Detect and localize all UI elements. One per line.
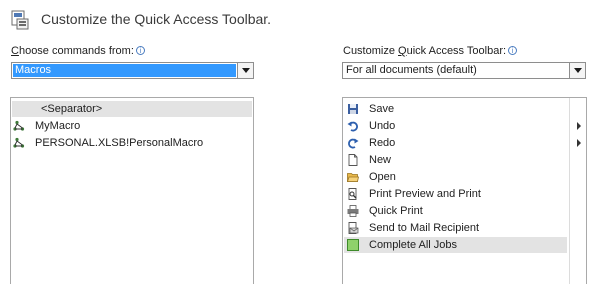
open-folder-icon bbox=[347, 173, 359, 182]
list-item-label: <Separator> bbox=[41, 103, 103, 115]
list-item-undo[interactable]: Undo bbox=[344, 118, 585, 134]
list-item-save[interactable]: Save bbox=[344, 101, 585, 117]
list-item-print-preview[interactable]: Print Preview and Print bbox=[344, 186, 585, 202]
submenu-arrow-icon[interactable] bbox=[577, 122, 581, 130]
choose-commands-label: Choose commands from: i bbox=[11, 45, 145, 57]
chevron-down-icon[interactable] bbox=[569, 63, 585, 78]
green-square-icon bbox=[347, 239, 359, 251]
list-item-open[interactable]: Open bbox=[344, 169, 585, 185]
page-title: Customize the Quick Access Toolbar. bbox=[41, 11, 272, 27]
info-icon[interactable]: i bbox=[135, 46, 145, 55]
list-item-personal-macro[interactable]: PERSONAL.XLSB!PersonalMacro bbox=[12, 135, 252, 151]
list-item-label: New bbox=[369, 154, 392, 166]
list-item-label: Save bbox=[369, 103, 395, 115]
combo-selected-value: For all documents (default) bbox=[346, 64, 477, 76]
submenu-divider bbox=[569, 98, 570, 284]
combo-selected-value: Macros bbox=[13, 64, 236, 77]
list-item-quick-print[interactable]: Quick Print bbox=[344, 203, 585, 219]
list-item-separator[interactable]: <Separator> bbox=[12, 101, 252, 117]
chevron-down-icon[interactable] bbox=[237, 63, 253, 78]
list-item-complete-all-jobs[interactable]: Complete All Jobs bbox=[344, 237, 567, 253]
list-item-label: PERSONAL.XLSB!PersonalMacro bbox=[35, 137, 204, 149]
new-document-icon bbox=[348, 154, 358, 166]
list-item-mymacro[interactable]: MyMacro bbox=[12, 118, 252, 134]
list-item-redo[interactable]: Redo bbox=[344, 135, 585, 151]
redo-icon bbox=[348, 138, 359, 149]
list-item-send-to-mail[interactable]: Send to Mail Recipient bbox=[344, 220, 585, 236]
list-item-label: MyMacro bbox=[35, 120, 81, 132]
commands-list[interactable]: <Separator> MyMacro PERSONAL.XLSB!Person… bbox=[10, 97, 254, 284]
list-item-label: Redo bbox=[369, 137, 396, 149]
quick-access-toolbar-icon bbox=[11, 10, 29, 30]
macro-icon bbox=[13, 137, 25, 148]
list-item-label: Send to Mail Recipient bbox=[369, 222, 480, 234]
mail-recipient-icon bbox=[348, 222, 359, 234]
customize-toolbar-label: Customize Quick Access Toolbar: i bbox=[343, 45, 518, 57]
list-item-new[interactable]: New bbox=[344, 152, 585, 168]
list-item-label: Print Preview and Print bbox=[369, 188, 481, 200]
undo-icon bbox=[347, 121, 358, 132]
customize-toolbar-combo[interactable]: For all documents (default) bbox=[342, 62, 586, 79]
macro-icon bbox=[13, 120, 25, 131]
list-item-label: Complete All Jobs bbox=[369, 239, 458, 251]
list-item-label: Undo bbox=[369, 120, 396, 132]
toolbar-commands-list[interactable]: Save Undo Redo New Open Print Preview an… bbox=[342, 97, 587, 284]
submenu-arrow-icon[interactable] bbox=[577, 139, 581, 147]
quick-print-icon bbox=[347, 205, 359, 217]
info-icon[interactable]: i bbox=[508, 46, 518, 55]
list-item-label: Quick Print bbox=[369, 205, 423, 217]
save-icon bbox=[348, 104, 358, 114]
print-preview-icon bbox=[348, 188, 357, 200]
list-item-label: Open bbox=[369, 171, 396, 183]
choose-commands-combo[interactable]: Macros bbox=[11, 62, 254, 79]
